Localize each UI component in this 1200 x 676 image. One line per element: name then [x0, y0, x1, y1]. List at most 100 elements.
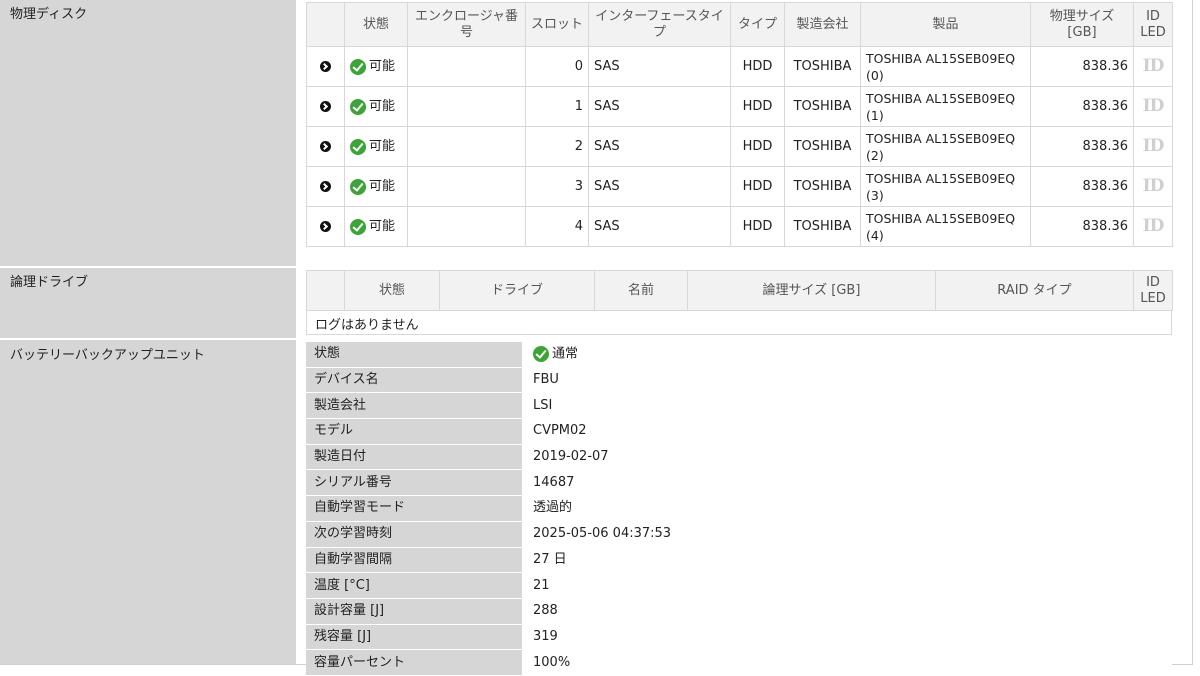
slot-cell: 1: [525, 86, 589, 127]
expand-cell[interactable]: [306, 206, 345, 247]
bbu-field-key: モデル: [306, 418, 522, 445]
raid-status-page: 物理ディスク 状態 エンクロージャ番号 スロット インターフェースタイプ タイプ: [0, 0, 1193, 676]
status-cell: 可能: [344, 46, 408, 87]
expand-cell[interactable]: [306, 166, 345, 207]
size-cell: 838.36: [1030, 126, 1134, 167]
bbu-table: 状態 通常 デバイス名 FBU 製造会社 LSI モデル CVPM02 製造日付 2019-02-…: [306, 342, 1172, 676]
header-maker: 製造会社: [784, 2, 861, 47]
physical-disks-table: 状態 エンクロージャ番号 スロット インターフェースタイプ タイプ 製造会社 製…: [306, 2, 1173, 247]
maker-cell: TOSHIBA: [784, 86, 861, 127]
bbu-field-key: 次の学習時刻: [306, 521, 522, 548]
bbu-field-row: 状態 通常: [306, 342, 1172, 368]
id-led-icon[interactable]: ID: [1143, 177, 1165, 195]
bbu-field-row: 設計容量 [J] 288: [306, 598, 1172, 625]
bbu-label: バッテリーバックアップユニット: [0, 340, 296, 664]
expand-cell[interactable]: [306, 46, 345, 87]
maker-cell: TOSHIBA: [784, 206, 861, 247]
expand-cell[interactable]: [306, 126, 345, 167]
expand-arrow-icon[interactable]: [320, 141, 331, 152]
product-cell: TOSHIBA AL15SEB09EQ (1): [860, 86, 1031, 127]
bbu-field-value-cell: 2025-05-06 04:37:53: [522, 521, 1172, 547]
physical-disk-row: 可能 0 SAS HDD TOSHIBA TOSHIBA AL15SEB09EQ (0) 8…: [306, 46, 1173, 87]
bbu-field-row: デバイス名 FBU: [306, 367, 1172, 394]
bbu-field-row: 製造会社 LSI: [306, 392, 1172, 420]
enclosure-cell: [407, 206, 526, 247]
ld-header-raid: RAID タイプ: [935, 270, 1134, 311]
bbu-field-value-cell: 透過的: [522, 495, 1172, 522]
bbu-field-key: 自動学習間隔: [306, 547, 522, 574]
bbu-field-key: 温度 [°C]: [306, 572, 522, 599]
bbu-field-value-cell: 通常: [522, 342, 1172, 368]
bbu-field-row: 温度 [°C] 21: [306, 572, 1172, 599]
bbu-field-value-cell: FBU: [522, 367, 1172, 393]
physical-disk-row: 可能 2 SAS HDD TOSHIBA TOSHIBA AL15SEB09EQ (2) 8…: [306, 126, 1173, 167]
enclosure-cell: [407, 86, 526, 127]
id-led-icon[interactable]: ID: [1143, 97, 1165, 115]
ld-header-status: 状態: [344, 270, 440, 311]
slot-cell: 2: [525, 126, 589, 167]
physical-disk-row: 可能 4 SAS HDD TOSHIBA TOSHIBA AL15SEB09EQ (4) 8…: [306, 206, 1173, 247]
bbu-field-value: 通常: [552, 346, 579, 362]
idled-cell[interactable]: ID: [1133, 126, 1173, 167]
maker-cell: TOSHIBA: [784, 126, 861, 167]
expand-arrow-icon[interactable]: [320, 101, 331, 112]
bbu-field-value: 27 日: [533, 551, 567, 567]
bbu-field-row: 自動学習モード 透過的: [306, 495, 1172, 522]
size-cell: 838.36: [1030, 206, 1134, 247]
product-cell: TOSHIBA AL15SEB09EQ (2): [860, 126, 1031, 167]
check-circle-icon: [350, 58, 366, 75]
logical-drives-table: 状態 ドライブ 名前 論理サイズ [GB] RAID タイプ ID LED: [306, 270, 1173, 311]
id-led-icon[interactable]: ID: [1143, 217, 1165, 235]
ld-header-drive: ドライブ: [439, 270, 595, 311]
bbu-field-row: 製造日付 2019-02-07: [306, 444, 1172, 471]
check-circle-icon: [350, 218, 366, 235]
bbu-field-value-cell: 21: [522, 572, 1172, 599]
check-circle-icon: [350, 138, 366, 155]
slot-cell: 0: [525, 46, 589, 87]
bbu-field-value: CVPM02: [533, 423, 587, 439]
expand-arrow-icon[interactable]: [320, 181, 331, 192]
header-status: 状態: [344, 2, 408, 47]
id-led-icon[interactable]: ID: [1143, 57, 1165, 75]
bbu-field-row: 次の学習時刻 2025-05-06 04:37:53: [306, 521, 1172, 548]
logical-drives-section: 論理ドライブ 状態 ドライブ 名前 論理サイズ [GB] RAID タイプ ID…: [0, 268, 1192, 338]
interface-cell: SAS: [588, 166, 731, 207]
ld-header-size: 論理サイズ [GB]: [687, 270, 936, 311]
status-text: 可能: [369, 59, 396, 74]
interface-cell: SAS: [588, 206, 731, 247]
expand-arrow-icon[interactable]: [320, 61, 331, 72]
check-circle-icon: [533, 346, 549, 363]
status-cell: 可能: [344, 166, 408, 207]
bbu-field-value-cell: 288: [522, 598, 1172, 625]
bbu-field-row: 残容量 [J] 319: [306, 624, 1172, 651]
idled-cell[interactable]: ID: [1133, 86, 1173, 127]
expand-arrow-icon[interactable]: [320, 221, 331, 232]
idled-cell[interactable]: ID: [1133, 166, 1173, 207]
bbu-field-value: 21: [533, 577, 550, 593]
bbu-field-key: デバイス名: [306, 367, 522, 394]
id-led-icon[interactable]: ID: [1143, 137, 1165, 155]
interface-cell: SAS: [588, 46, 731, 87]
bbu-field-row: 自動学習間隔 27 日: [306, 547, 1172, 574]
size-cell: 838.36: [1030, 166, 1134, 207]
header-enclosure: エンクロージャ番号: [407, 2, 526, 47]
expand-cell[interactable]: [306, 86, 345, 127]
bbu-field-key: 設計容量 [J]: [306, 598, 522, 625]
bbu-field-value: 319: [533, 628, 558, 644]
bbu-field-key: 自動学習モード: [306, 495, 522, 522]
bbu-field-value: LSI: [533, 397, 553, 413]
idled-cell[interactable]: ID: [1133, 206, 1173, 247]
status-cell: 可能: [344, 126, 408, 167]
ld-header-expand: [306, 270, 345, 311]
bbu-field-value: 透過的: [533, 500, 573, 516]
enclosure-cell: [407, 166, 526, 207]
check-circle-icon: [350, 98, 366, 115]
idled-cell[interactable]: ID: [1133, 46, 1173, 87]
size-cell: 838.36: [1030, 86, 1134, 127]
bbu-field-value-cell: LSI: [522, 392, 1172, 419]
bbu-field-value-cell: 2019-02-07: [522, 444, 1172, 470]
bbu-field-value-cell: 14687: [522, 469, 1172, 496]
physical-disks-label: 物理ディスク: [0, 0, 296, 266]
physical-disk-row: 可能 3 SAS HDD TOSHIBA TOSHIBA AL15SEB09EQ (3) 8…: [306, 166, 1173, 207]
bbu-field-value: 100%: [533, 654, 571, 670]
